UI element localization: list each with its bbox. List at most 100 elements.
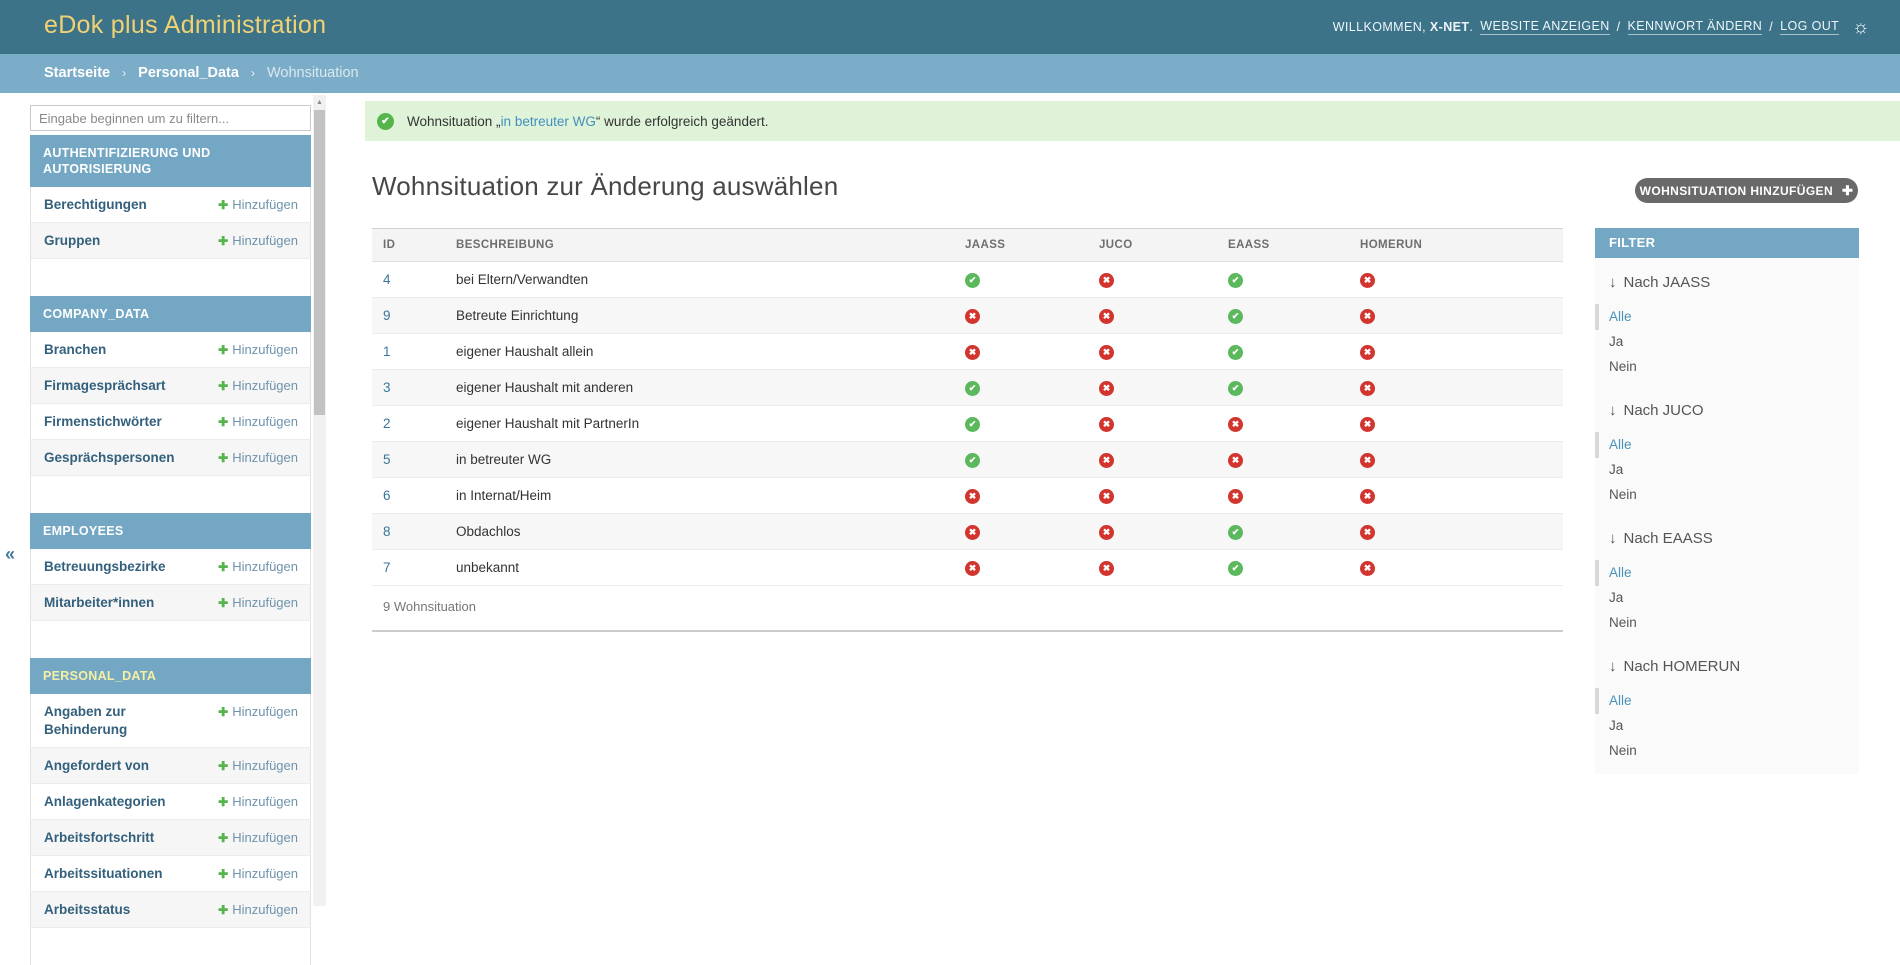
cell-juco: ✖: [1099, 550, 1228, 586]
sidebar-item-link[interactable]: Berechtigungen: [44, 196, 218, 214]
scrollbar-up-arrow-icon[interactable]: ▲: [313, 95, 326, 109]
hinzufuegen-link[interactable]: ✚Hinzufügen: [218, 901, 298, 919]
cell-id: 2: [372, 406, 456, 442]
hinzufuegen-link[interactable]: ✚Hinzufügen: [218, 865, 298, 883]
filter-option-ja[interactable]: Ja: [1609, 329, 1859, 354]
filter-option-alle[interactable]: Alle: [1609, 304, 1859, 329]
scrollbar-thumb[interactable]: [314, 110, 325, 415]
filter-sort-label[interactable]: ↓Nach JUCO: [1609, 402, 1859, 420]
cross-icon: ✖: [1360, 417, 1375, 432]
sidebar-item[interactable]: Betreuungsbezirke✚Hinzufügen: [30, 549, 311, 585]
sidebar-item-link[interactable]: Arbeitssituationen: [44, 865, 218, 883]
breadcrumb-personal-data[interactable]: Personal_Data: [138, 65, 239, 81]
cell-homerun: ✖: [1360, 514, 1563, 550]
filter-option-alle[interactable]: Alle: [1609, 560, 1859, 585]
filter-option-ja[interactable]: Ja: [1609, 713, 1859, 738]
sidebar-item-link[interactable]: Firmenstichwörter: [44, 413, 218, 431]
filter-option-nein[interactable]: Nein: [1609, 738, 1859, 763]
cell-homerun: ✖: [1360, 298, 1563, 334]
filter-sort-label[interactable]: ↓Nach HOMERUN: [1609, 658, 1859, 676]
row-id-link[interactable]: 5: [383, 452, 391, 467]
row-id-link[interactable]: 9: [383, 308, 391, 323]
add-wohnsituation-button[interactable]: WOHNSITUATION HINZUFÜGEN ✚: [1635, 178, 1858, 203]
cross-icon: ✖: [1099, 381, 1114, 396]
cell-juco: ✖: [1099, 370, 1228, 406]
plus-icon: ✚: [218, 705, 228, 719]
sidebar-item[interactable]: Anlagenkategorien✚Hinzufügen: [30, 784, 311, 820]
hinzufuegen-link[interactable]: ✚Hinzufügen: [218, 377, 298, 395]
breadcrumb-separator: ›: [122, 66, 126, 80]
hinzufuegen-link[interactable]: ✚Hinzufügen: [218, 449, 298, 467]
row-id-link[interactable]: 2: [383, 416, 391, 431]
hinzufuegen-link[interactable]: ✚Hinzufügen: [218, 341, 298, 359]
sidebar-item[interactable]: Arbeitsfortschritt✚Hinzufügen: [30, 820, 311, 856]
breadcrumb-startseite[interactable]: Startseite: [44, 65, 110, 81]
hinzufuegen-link[interactable]: ✚Hinzufügen: [218, 594, 298, 612]
cell-eaass: ✔: [1228, 334, 1360, 370]
sidebar-item-link[interactable]: Firmagesprächsart: [44, 377, 218, 395]
sidebar-item-link[interactable]: Arbeitsstatus: [44, 901, 218, 919]
sidebar-item[interactable]: Gruppen✚Hinzufügen: [30, 223, 311, 259]
filter-option-alle[interactable]: Alle: [1609, 432, 1859, 457]
sidebar-item-link[interactable]: Angefordert von: [44, 757, 218, 775]
row-id-link[interactable]: 7: [383, 560, 391, 575]
filter-sort-label[interactable]: ↓Nach JAASS: [1609, 274, 1859, 292]
sidebar-item-link[interactable]: Gruppen: [44, 232, 218, 250]
sidebar-item[interactable]: Arbeitssituationen✚Hinzufügen: [30, 856, 311, 892]
row-id-link[interactable]: 8: [383, 524, 391, 539]
filter-group-name: Nach JUCO: [1624, 402, 1704, 419]
sidebar-item-link[interactable]: Branchen: [44, 341, 218, 359]
sidebar-item[interactable]: Firmenstichwörter✚Hinzufügen: [30, 404, 311, 440]
hinzufuegen-link[interactable]: ✚Hinzufügen: [218, 232, 298, 250]
sidebar-scrollbar[interactable]: ▲: [313, 95, 326, 906]
sidebar-item-link[interactable]: Betreuungsbezirke: [44, 558, 218, 576]
hinzufuegen-label: Hinzufügen: [232, 704, 298, 719]
sidebar-item[interactable]: Gesprächspersonen✚Hinzufügen: [30, 440, 311, 476]
sidebar-item[interactable]: Arbeitsstatus✚Hinzufügen: [30, 892, 311, 928]
filter-option-nein[interactable]: Nein: [1609, 482, 1859, 507]
filter-option-alle[interactable]: Alle: [1609, 688, 1859, 713]
hinzufuegen-link[interactable]: ✚Hinzufügen: [218, 829, 298, 847]
kennwort-aendern-link[interactable]: KENNWORT ÄNDERN: [1628, 19, 1763, 35]
sidebar-item-link[interactable]: Angaben zur Behinderung: [44, 703, 218, 739]
row-id-link[interactable]: 6: [383, 488, 391, 503]
website-anzeigen-link[interactable]: WEBSITE ANZEIGEN: [1480, 19, 1609, 35]
hinzufuegen-link[interactable]: ✚Hinzufügen: [218, 558, 298, 576]
filter-sort-label[interactable]: ↓Nach EAASS: [1609, 530, 1859, 548]
sidebar-collapse-toggle[interactable]: «: [5, 544, 15, 565]
sidebar-item[interactable]: Angaben zur Behinderung✚ Hinzufügen: [30, 694, 311, 748]
cell-eaass: ✖: [1228, 442, 1360, 478]
filter-option-nein[interactable]: Nein: [1609, 610, 1859, 635]
sidebar-filter-input[interactable]: [30, 105, 311, 131]
filter-group-name: Nach EAASS: [1624, 530, 1713, 547]
sidebar-item-link[interactable]: Mitarbeiter*innen: [44, 594, 218, 612]
hinzufuegen-link[interactable]: ✚Hinzufügen: [218, 413, 298, 431]
sidebar-item-link[interactable]: Gesprächspersonen: [44, 449, 218, 467]
message-wohnsituation-link[interactable]: in betreuter WG: [501, 114, 596, 129]
filter-option-ja[interactable]: Ja: [1609, 457, 1859, 482]
sidebar-sections: AUTHENTIFIZIERUNG UND AUTORISIERUNGBerec…: [30, 135, 311, 965]
logout-link[interactable]: LOG OUT: [1780, 19, 1839, 35]
plus-icon: ✚: [218, 759, 228, 773]
cell-juco: ✖: [1099, 262, 1228, 298]
row-id-link[interactable]: 1: [383, 344, 391, 359]
sidebar-section-header: COMPANY_DATA: [30, 296, 311, 332]
row-id-link[interactable]: 3: [383, 380, 391, 395]
sidebar-item[interactable]: Angefordert von✚Hinzufügen: [30, 748, 311, 784]
cell-beschreibung: eigener Haushalt allein: [456, 334, 965, 370]
hinzufuegen-link[interactable]: ✚Hinzufügen: [218, 757, 298, 775]
sidebar-item[interactable]: Berechtigungen✚Hinzufügen: [30, 187, 311, 223]
row-id-link[interactable]: 4: [383, 272, 391, 287]
sidebar-item-link[interactable]: Anlagenkategorien: [44, 793, 218, 811]
hinzufuegen-link[interactable]: ✚Hinzufügen: [218, 793, 298, 811]
filter-option-ja[interactable]: Ja: [1609, 585, 1859, 610]
hinzufuegen-link[interactable]: ✚ Hinzufügen: [218, 703, 298, 721]
hinzufuegen-link[interactable]: ✚Hinzufügen: [218, 196, 298, 214]
cell-beschreibung: in Internat/Heim: [456, 478, 965, 514]
sidebar-item[interactable]: Mitarbeiter*innen✚Hinzufügen: [30, 585, 311, 621]
filter-option-nein[interactable]: Nein: [1609, 354, 1859, 379]
sidebar-item[interactable]: Branchen✚Hinzufügen: [30, 332, 311, 368]
sidebar-item-link[interactable]: Arbeitsfortschritt: [44, 829, 218, 847]
theme-toggle-sun-icon[interactable]: ☼: [1852, 18, 1870, 37]
sidebar-item[interactable]: Firmagesprächsart✚Hinzufügen: [30, 368, 311, 404]
